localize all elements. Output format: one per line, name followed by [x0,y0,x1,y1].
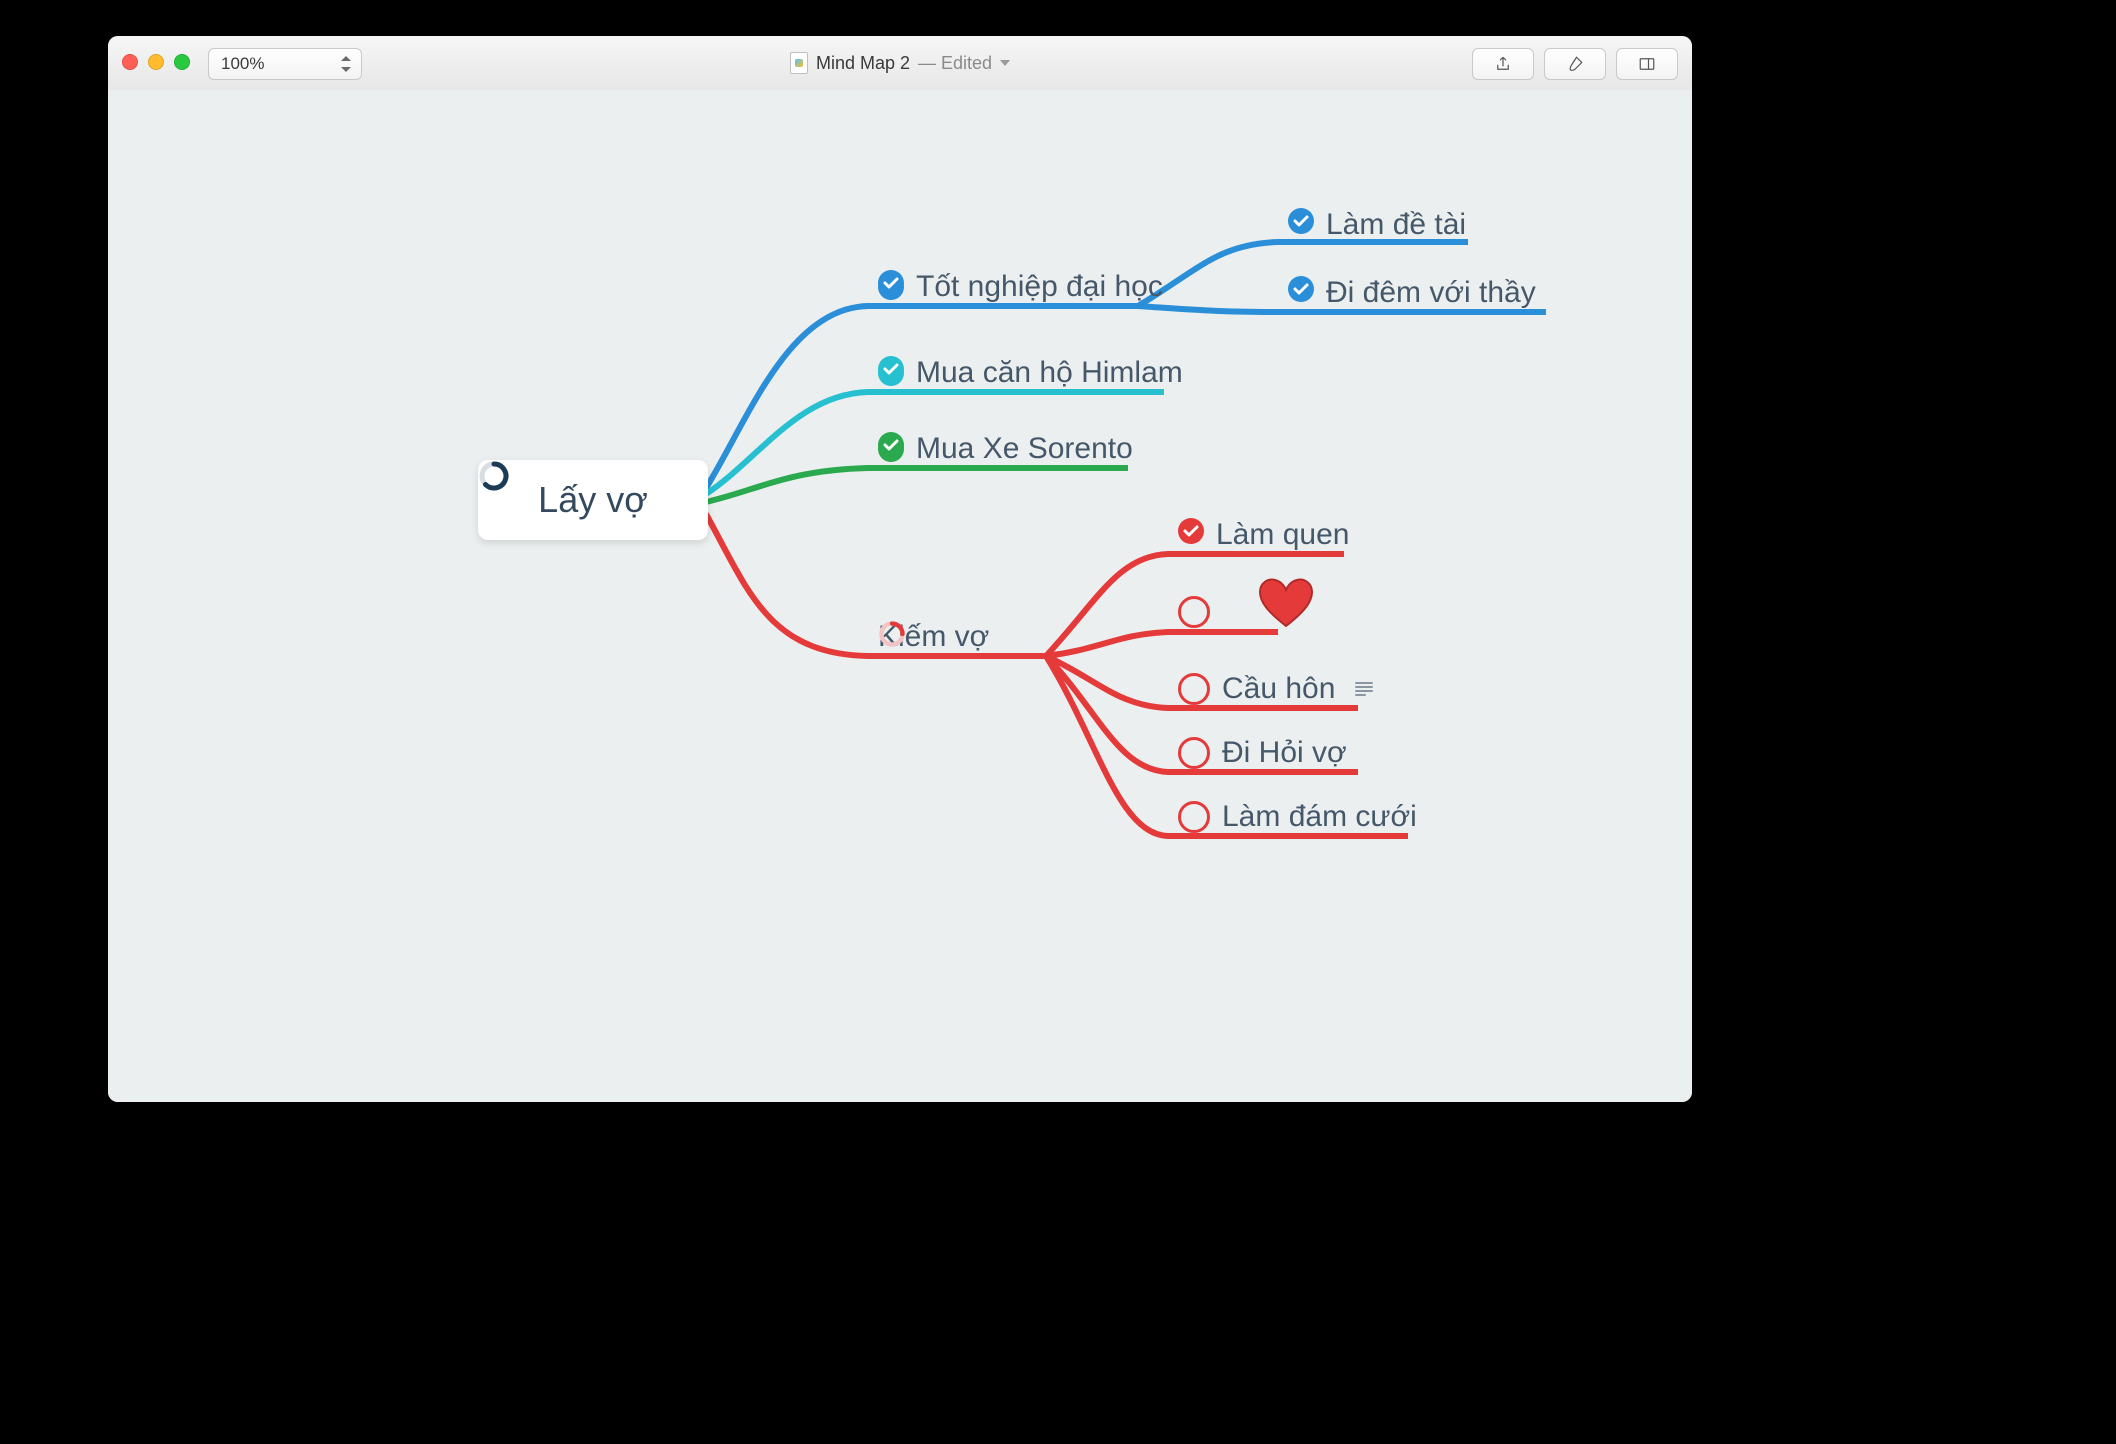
progress-ring-icon [878,620,906,648]
leaf-label: Làm đám cưới [1222,800,1417,834]
checkbox-checked-icon[interactable] [878,274,904,300]
zoom-value: 100% [221,54,264,74]
root-label: Lấy vợ [538,479,648,521]
document-name: Mind Map 2 [816,53,910,74]
checkbox-checked-icon[interactable] [1288,212,1314,238]
checkbox-checked-icon[interactable] [1288,280,1314,306]
app-window: 100% Mind Map 2 — Edited [108,36,1692,1102]
window-close-button[interactable] [122,54,138,70]
leaf-node[interactable]: Làm đám cưới [1178,800,1417,834]
checkbox-checked-icon[interactable] [878,360,904,386]
branch-label: Mua căn hộ Himlam [916,356,1183,390]
share-button[interactable] [1472,48,1534,80]
checkbox-unchecked-icon[interactable] [1178,737,1210,769]
mindmap-canvas[interactable]: Lấy vợ Tốt nghiệp đại học Mua căn hộ Him… [108,90,1692,1102]
titlebar: 100% Mind Map 2 — Edited [108,36,1692,91]
note-icon[interactable] [1355,682,1373,696]
document-edited: — Edited [918,53,992,74]
leaf-label: Làm đề tài [1326,208,1466,242]
chevron-down-icon [1000,60,1010,66]
sidebar-icon [1638,55,1656,73]
branch-node[interactable]: Mua căn hộ Himlam [878,356,1183,390]
window-minimize-button[interactable] [148,54,164,70]
leaf-node[interactable]: Làm quen [1178,518,1349,552]
sidebar-toggle-button[interactable] [1616,48,1678,80]
branch-node[interactable]: Mua Xe Sorento [878,432,1133,466]
checkbox-unchecked-icon[interactable] [1178,673,1210,705]
zoom-dropdown[interactable]: 100% [208,48,362,80]
leaf-label: Làm quen [1216,518,1349,552]
checkbox-checked-icon[interactable] [1178,522,1204,548]
checkbox-unchecked-icon[interactable] [1178,801,1210,833]
leaf-node[interactable] [1178,596,1222,628]
traffic-lights [122,54,190,70]
checkbox-unchecked-icon[interactable] [1178,596,1210,628]
branch-label: Mua Xe Sorento [916,432,1133,466]
toolbar-right [1472,48,1678,80]
checkbox-checked-icon[interactable] [878,436,904,462]
paintbrush-icon [1566,55,1584,73]
leaf-node[interactable]: Đi Hỏi vợ [1178,736,1347,770]
leaf-node[interactable]: Làm đề tài [1288,208,1466,242]
branch-label: Tốt nghiệp đại học [916,270,1163,304]
branch-node[interactable]: Kiếm vợ [878,620,989,654]
leaf-node[interactable]: Đi đêm với thầy [1288,276,1536,310]
leaf-label: Đi Hỏi vợ [1222,736,1347,770]
format-button[interactable] [1544,48,1606,80]
leaf-label: Cầu hôn [1222,672,1335,706]
window-zoom-button[interactable] [174,54,190,70]
progress-ring-icon [478,460,510,492]
leaf-label: Đi đêm với thầy [1326,276,1536,310]
leaf-node[interactable]: Cầu hôn [1178,672,1373,706]
share-icon [1494,55,1512,73]
root-node[interactable]: Lấy vợ [478,460,708,540]
document-icon [790,52,808,74]
branch-node[interactable]: Tốt nghiệp đại học [878,270,1163,304]
